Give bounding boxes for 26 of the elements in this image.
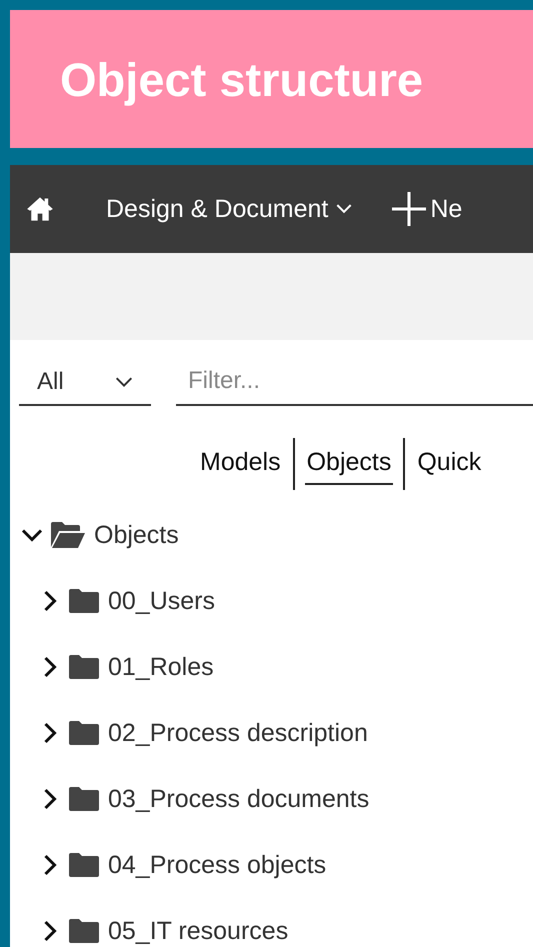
scope-dropdown[interactable]: All (19, 360, 151, 406)
folder-icon (68, 588, 100, 614)
home-icon (26, 196, 54, 222)
tab[interactable]: Models (198, 444, 283, 484)
folder-icon (68, 786, 100, 812)
folder-icon (68, 654, 100, 680)
chevron-down-icon (115, 376, 133, 388)
tab[interactable]: Quick (415, 444, 484, 484)
new-button[interactable]: Ne (392, 192, 462, 226)
tree-item[interactable]: 02_Process description (108, 718, 368, 748)
folder-icon (68, 918, 100, 944)
tree-item[interactable]: 00_Users (108, 586, 215, 616)
tree-item[interactable]: 03_Process documents (108, 784, 370, 814)
design-menu[interactable]: Design & Document (106, 194, 352, 224)
tab[interactable]: Objects (304, 444, 394, 484)
tree-item[interactable]: 05_IT resources (108, 916, 288, 946)
tree-item[interactable]: Objects (94, 520, 179, 550)
home-button[interactable] (26, 196, 54, 222)
folder-icon (68, 720, 100, 746)
tree-item[interactable]: 01_Roles (108, 652, 214, 682)
folder-icon (68, 852, 100, 878)
tree-item[interactable]: 04_Process objects (108, 850, 326, 880)
open-folder-icon (50, 521, 86, 549)
plus-icon (392, 192, 426, 226)
chevron-down-icon (336, 204, 352, 214)
banner-title: Object structure (60, 52, 424, 106)
